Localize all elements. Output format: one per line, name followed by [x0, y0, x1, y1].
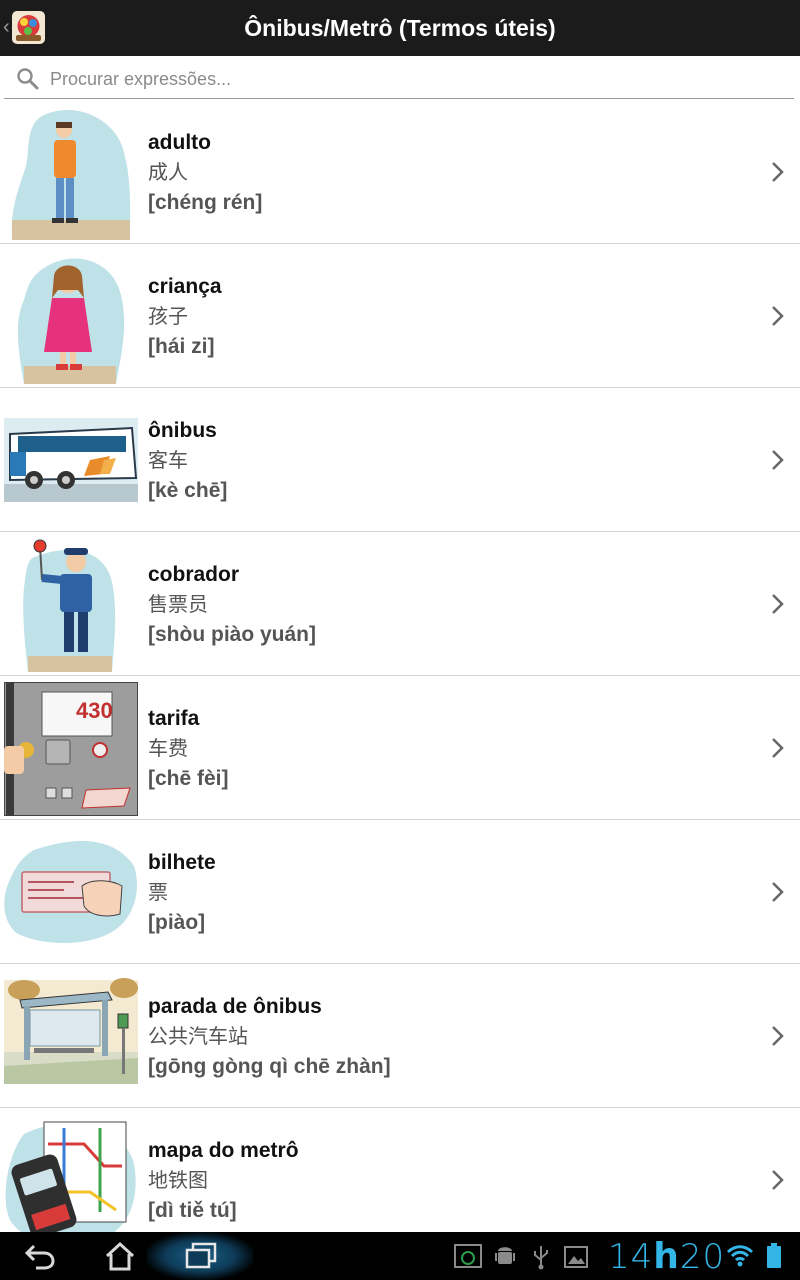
android-debug-icon — [495, 1247, 515, 1264]
item-text: criança 孩子 [hái zi] — [148, 272, 222, 362]
chevron-right-icon — [772, 1026, 784, 1046]
search-underline — [4, 98, 794, 99]
clock-separator: h — [653, 1236, 680, 1277]
wifi-icon — [726, 1245, 754, 1267]
pinyin: [chéng rén] — [148, 191, 263, 214]
clock-hours: 14 — [608, 1237, 654, 1277]
list-item[interactable]: criança 孩子 [hái zi] — [0, 244, 800, 388]
list-item[interactable]: adulto 成人 [chéng rén] — [0, 100, 800, 244]
recent-apps-icon[interactable] — [184, 1242, 218, 1270]
usb-icon — [534, 1246, 548, 1270]
chevron-right-icon — [772, 450, 784, 470]
list-item[interactable]: bilhete 票 [piào] — [0, 820, 800, 964]
list-item[interactable]: cobrador 售票员 [shòu piào yuán] — [0, 532, 800, 676]
item-text: mapa do metrô 地铁图 [dì tiě tú] — [148, 1136, 299, 1226]
action-bar: ‹ Ônibus/Metrô (Termos úteis) — [0, 0, 800, 56]
child-girl-image — [17, 258, 125, 384]
fare-display: 430 — [76, 698, 113, 723]
subway-map-image — [5, 1121, 136, 1232]
chevron-right-icon — [772, 594, 784, 614]
portuguese-term: bilhete — [148, 851, 216, 874]
item-text: bilhete 票 [piào] — [148, 848, 216, 938]
conductor-image — [23, 539, 116, 672]
chinese-term: 成人 — [148, 162, 188, 184]
chevron-right-icon — [772, 306, 784, 326]
portuguese-term: criança — [148, 275, 222, 298]
fare-machine-image: 430 — [4, 682, 138, 816]
portuguese-term: tarifa — [148, 707, 200, 730]
item-text: cobrador 售票员 [shòu piào yuán] — [148, 560, 316, 650]
adult-man-image — [11, 109, 131, 240]
portuguese-term: cobrador — [148, 563, 240, 586]
pinyin: [gōng gòng qì chē zhàn] — [148, 1055, 391, 1078]
chinese-term: 车费 — [148, 738, 188, 760]
pinyin: [hái zi] — [148, 335, 215, 358]
phrase-list: adulto 成人 [chéng rén] criança 孩子 [hái zi… — [0, 100, 800, 1232]
portuguese-term: ônibus — [148, 419, 217, 442]
item-text: tarifa 车费 [chē fèi] — [148, 704, 229, 794]
chevron-right-icon — [772, 738, 784, 758]
chinese-term: 票 — [148, 882, 168, 904]
chevron-right-icon — [772, 162, 784, 182]
bus-stop-image — [4, 978, 138, 1084]
chinese-term: 地铁图 — [148, 1170, 208, 1192]
search-bar — [0, 56, 800, 100]
chevron-right-icon — [772, 1170, 784, 1190]
chinese-term: 客车 — [148, 450, 188, 472]
chevron-right-icon — [772, 882, 784, 902]
system-nav-bar: 14h20 — [0, 1232, 800, 1280]
clock-minutes: 20 — [679, 1237, 726, 1277]
list-item[interactable]: ônibus 客车 [kè chē] — [0, 388, 800, 532]
battery-icon — [767, 1243, 781, 1268]
portuguese-term: mapa do metrô — [148, 1139, 299, 1162]
home-icon[interactable] — [104, 1241, 136, 1271]
item-text: adulto 成人 [chéng rén] — [148, 128, 262, 218]
item-text: parada de ônibus 公共汽车站 [gōng gòng qì chē… — [148, 992, 391, 1082]
search-input[interactable] — [48, 65, 752, 93]
pinyin: [shòu piào yuán] — [148, 623, 316, 646]
portuguese-term: adulto — [148, 131, 211, 154]
chinese-term: 公共汽车站 — [148, 1026, 248, 1048]
search-icon — [17, 68, 39, 90]
list-item[interactable]: 430 tarifa 车费 [chē fèi] — [0, 676, 800, 820]
back-icon[interactable] — [24, 1242, 56, 1270]
ticket-image — [4, 840, 137, 943]
chinese-term: 孩子 — [148, 306, 188, 328]
chinese-term: 售票员 — [148, 594, 208, 616]
screenshot-status-icon — [454, 1244, 482, 1268]
status-clock: 14h20 — [608, 1236, 725, 1277]
page-title: Ônibus/Metrô (Termos úteis) — [244, 15, 556, 41]
pinyin: [kè chē] — [148, 479, 228, 502]
list-item[interactable]: parada de ônibus 公共汽车站 [gōng gòng qì chē… — [0, 964, 800, 1108]
item-text: ônibus 客车 [kè chē] — [148, 416, 227, 506]
gallery-icon — [564, 1246, 588, 1268]
bus-image — [4, 418, 138, 502]
portuguese-term: parada de ônibus — [148, 995, 322, 1018]
pinyin: [piào] — [148, 911, 206, 934]
pinyin: [chē fèi] — [148, 767, 229, 790]
list-item[interactable]: mapa do metrô 地铁图 [dì tiě tú] — [0, 1108, 800, 1232]
pinyin: [dì tiě tú] — [148, 1199, 237, 1222]
